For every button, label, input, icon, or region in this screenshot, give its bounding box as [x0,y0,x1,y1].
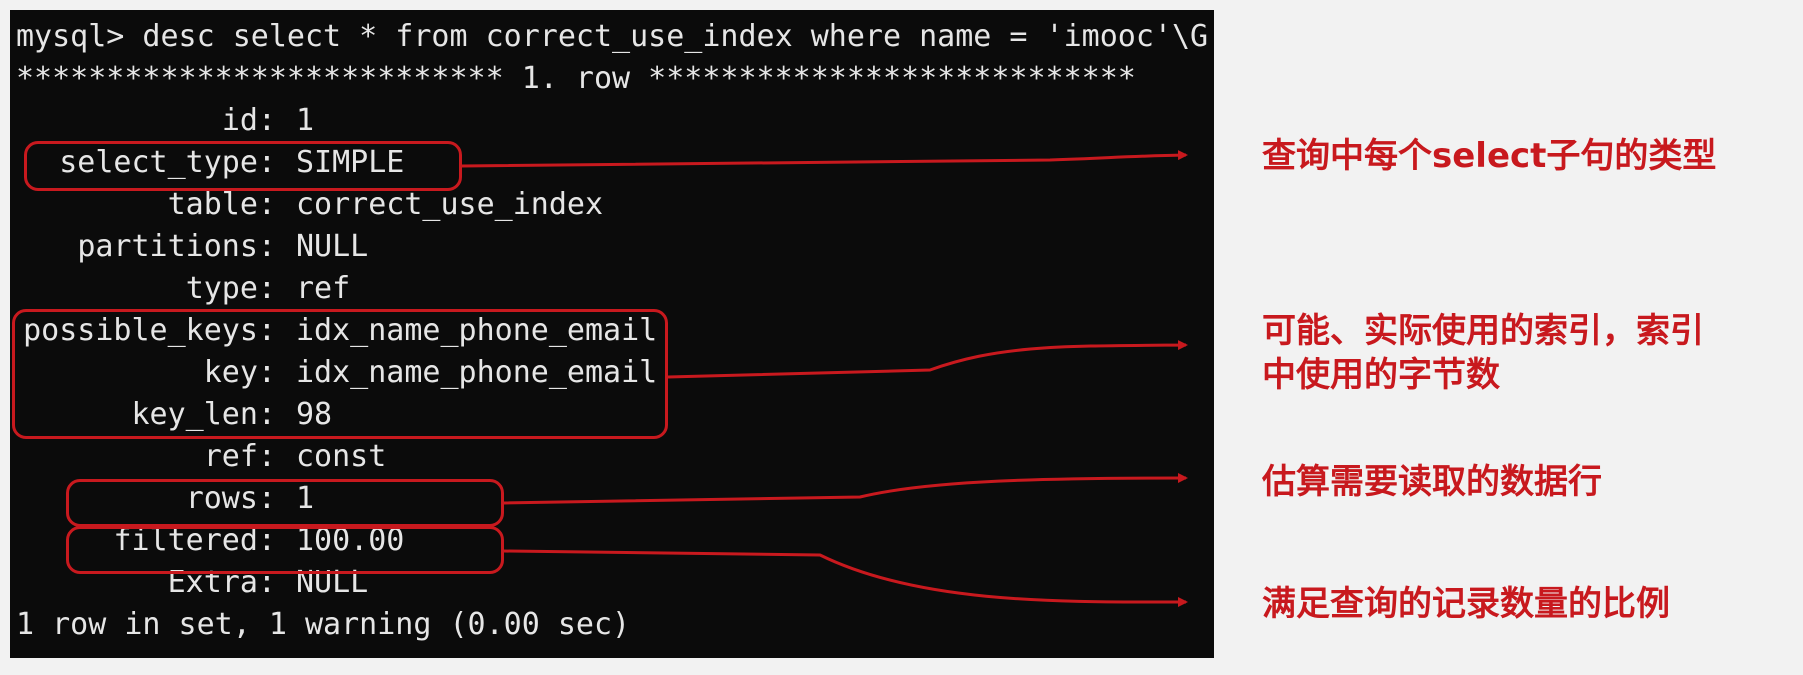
field-key: ref: [203,439,276,474]
highlight-rows [66,479,504,527]
highlight-select-type [24,141,462,191]
field-key: type: [185,271,276,306]
annotation-keys-line2: 中使用的字节数 [1262,355,1500,395]
annotation-select-type: 查询中每个select子句的类型 [1262,136,1717,176]
annotation-keys-line1: 可能、实际使用的索引，索引 [1262,311,1704,351]
field-value: NULL [296,229,369,264]
field-key: id: [221,103,276,138]
annotation-rows: 估算需要读取的数据行 [1262,462,1602,502]
field-value: ref [296,271,351,306]
field-value: 1 [296,103,315,138]
highlight-filtered [66,526,504,574]
highlight-keys [12,309,668,439]
field-key: partitions: [77,229,276,264]
field-value: const [296,439,387,474]
annotation-filtered: 满足查询的记录数量的比例 [1262,584,1670,624]
result-footer: 1 row in set, 1 warning (0.00 sec) [16,607,631,642]
command-line: mysql> desc select * from correct_use_in… [16,19,1209,54]
row-header: *************************** 1. row *****… [16,61,1136,96]
